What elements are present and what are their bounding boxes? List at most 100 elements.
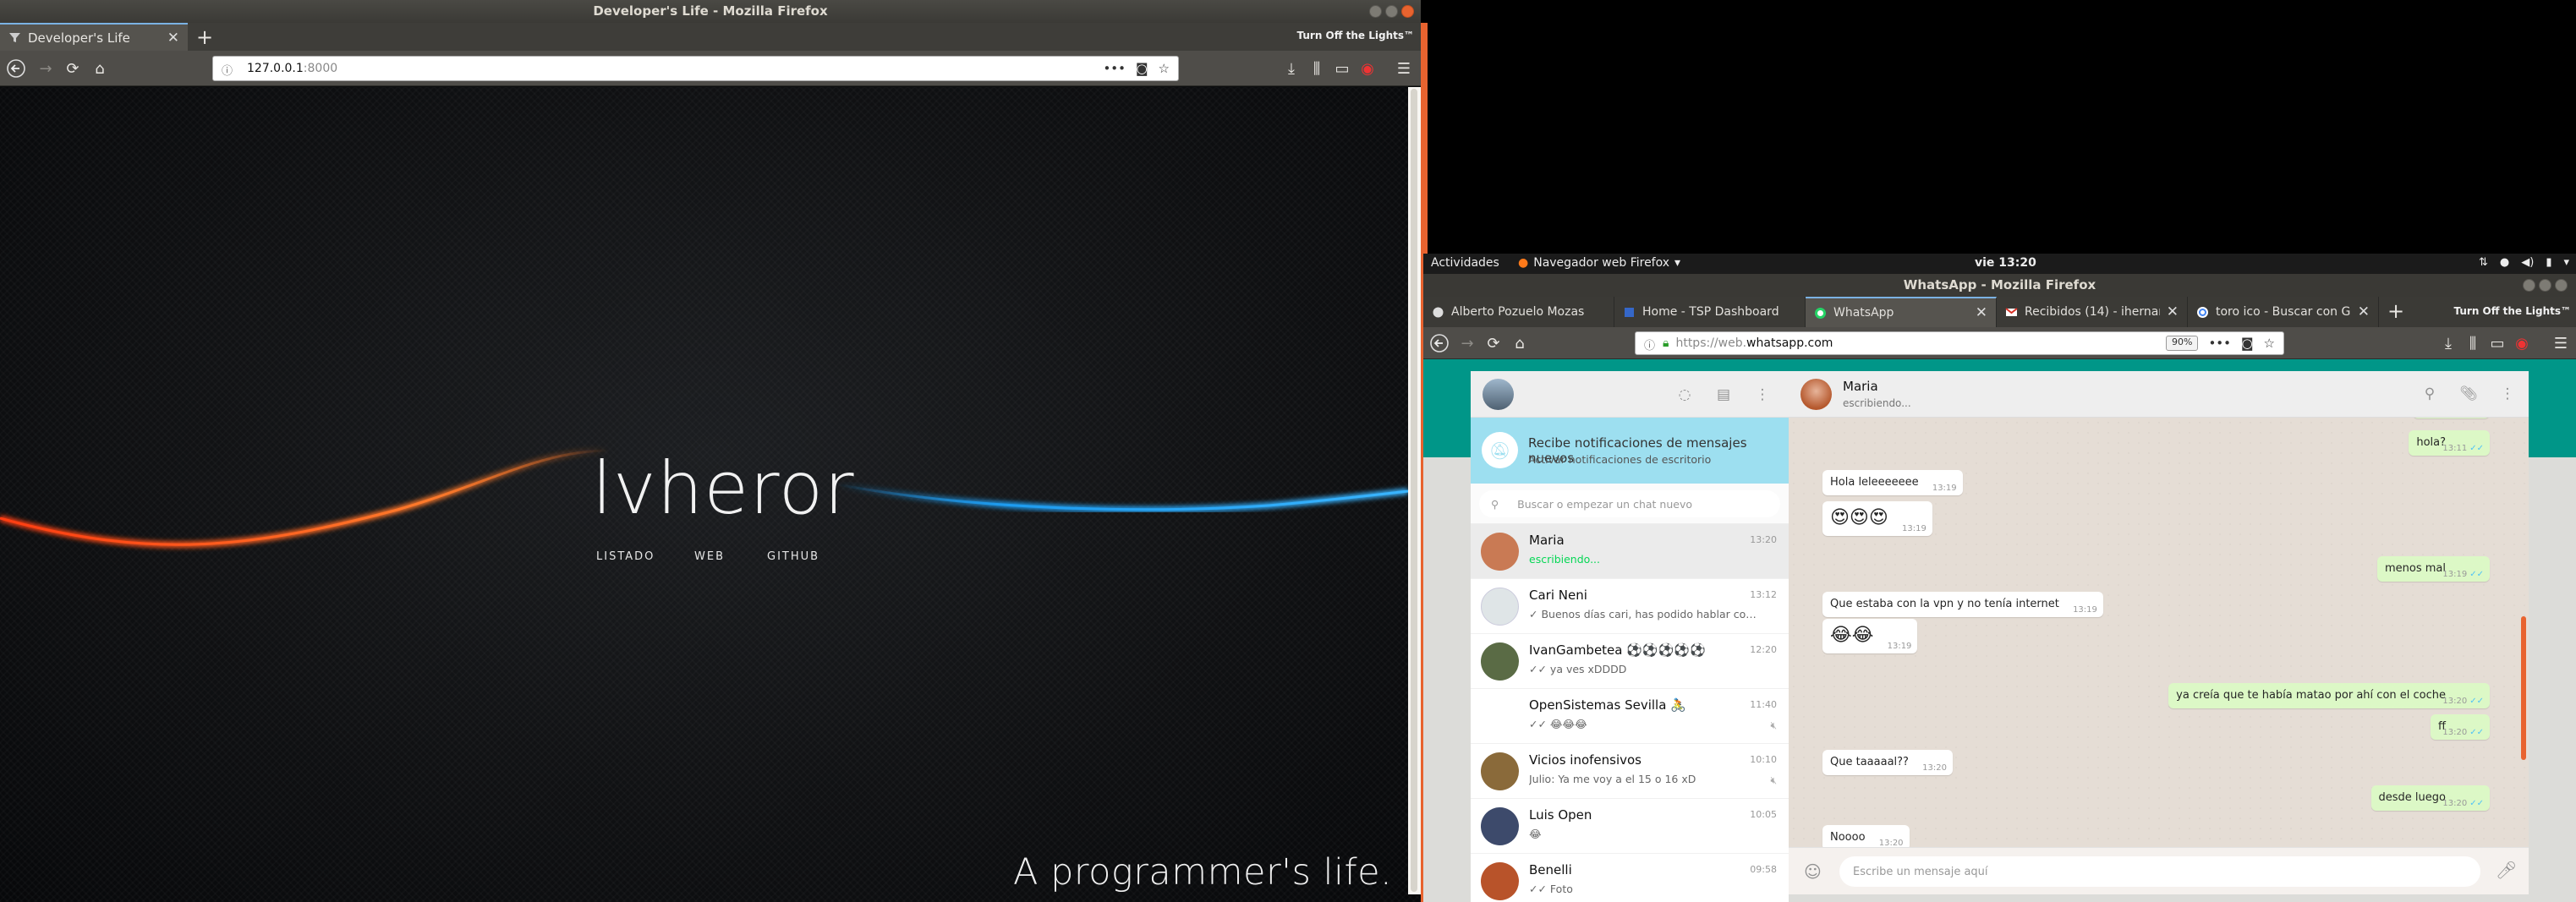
pocket-icon[interactable]: ◙ bbox=[2241, 336, 2254, 351]
hamburger-menu-icon[interactable]: ☰ bbox=[1391, 51, 1417, 86]
nav-link-listado[interactable]: LISTADO bbox=[596, 550, 655, 563]
menu-dots-icon[interactable]: ⋮ bbox=[2497, 384, 2518, 404]
incoming-message[interactable]: Que estaba con la vpn y no tenía interne… bbox=[1822, 592, 2103, 617]
notification-link[interactable]: Activar notificaciones de escritorio bbox=[1528, 453, 1711, 466]
downloads-icon[interactable]: ⤓ bbox=[2436, 327, 2461, 359]
clock[interactable]: vie 13:20 bbox=[1975, 256, 2036, 270]
incoming-message[interactable]: 😂😂 13:19 bbox=[1822, 619, 1918, 653]
url-bar[interactable]: ⓘ 🔒︎ https://web. whatsapp.com 90% ••• ◙ … bbox=[1635, 331, 2284, 355]
url-bar[interactable]: ⓘ 127.0.0.1:8000 ••• ◙ ☆ bbox=[212, 56, 1179, 81]
reload-button[interactable]: ⟳ bbox=[60, 51, 85, 86]
bookmark-star-icon[interactable]: ☆ bbox=[2264, 336, 2275, 351]
sidebar-icon[interactable]: ▭ bbox=[2485, 327, 2510, 359]
status-icon[interactable]: ◌ bbox=[1674, 385, 1695, 405]
new-tab-button[interactable]: + bbox=[2381, 297, 2410, 325]
tab-label: Developer's Life bbox=[28, 30, 130, 46]
reload-button[interactable]: ⟳ bbox=[1481, 327, 1506, 359]
close-tab-icon[interactable]: ✕ bbox=[2358, 303, 2370, 320]
tab-alberto-pozuelo[interactable]: Alberto Pozuelo Mozas bbox=[1423, 297, 1614, 327]
new-chat-icon[interactable]: ▤ bbox=[1713, 385, 1734, 405]
outgoing-message[interactable]: ya creía que te había matao por ahí con … bbox=[2168, 683, 2490, 708]
incoming-message[interactable]: Noooo 13:20 bbox=[1822, 825, 1910, 847]
outgoing-message[interactable]: hola? 13:11 ✓✓ bbox=[2409, 430, 2490, 456]
tab-gmail[interactable]: Recibidos (14) - ihernand ✕ bbox=[1997, 297, 2188, 327]
notification-banner[interactable]: 🔕︎ Recibe notificaciones de mensajes nue… bbox=[1471, 418, 1789, 484]
read-receipt-icon: ✓✓ bbox=[2469, 697, 2484, 706]
message-scrollbar[interactable] bbox=[2521, 616, 2526, 760]
incoming-message[interactable]: 😍😍😍 13:19 bbox=[1822, 501, 1932, 536]
incoming-message[interactable]: Que taaaaal?? 13:20 bbox=[1822, 750, 1953, 775]
back-button[interactable] bbox=[3, 51, 29, 86]
chat-list-item[interactable]: Cari Neni 13:12 ✓ Buenos días cari, has po… bbox=[1471, 579, 1789, 634]
outgoing-message[interactable]: desde luego 13:20 ✓✓ bbox=[2370, 785, 2490, 811]
close-tab-icon[interactable]: ✕ bbox=[1976, 304, 1987, 321]
forward-button[interactable]: → bbox=[1455, 327, 1480, 359]
attach-icon[interactable]: 📎︎ bbox=[2458, 384, 2479, 404]
hamburger-menu-icon[interactable]: ☰ bbox=[2548, 327, 2573, 359]
message-input[interactable]: Escribe un mensaje aquí bbox=[1839, 856, 2480, 887]
page-actions-icon[interactable]: ••• bbox=[1103, 61, 1126, 76]
microphone-icon[interactable]: 🎤︎ bbox=[2496, 860, 2517, 880]
emoji-icon[interactable]: ☺ bbox=[1804, 861, 1822, 882]
close-window-button[interactable] bbox=[1401, 5, 1414, 18]
system-tray[interactable]: ⇅ ● ◀) ▮ ▾ bbox=[2479, 256, 2569, 269]
maximize-button[interactable] bbox=[2539, 279, 2551, 292]
info-icon[interactable]: ⓘ bbox=[1644, 336, 1658, 353]
extension-label[interactable]: Turn Off the Lights™ bbox=[2453, 305, 2571, 317]
extension-lights-icon[interactable]: ◉ bbox=[1355, 51, 1380, 86]
info-icon[interactable]: ⓘ bbox=[222, 62, 235, 78]
app-menu[interactable]: ● Navegador web Firefox ▾ bbox=[1518, 256, 1680, 270]
chat-list-item[interactable]: OpenSistemas Sevilla 🚴 11:40 ✓✓ 😂😂😂 🔇︎ bbox=[1471, 689, 1789, 744]
right-browser-window: WhatsApp - Mozilla Firefox Alberto Pozue… bbox=[1423, 274, 2576, 902]
chat-list-item[interactable]: Vicios inofensivos 10:10 Julio: Ya me voy … bbox=[1471, 744, 1789, 799]
outgoing-message[interactable]: ff 13:20 ✓✓ bbox=[2431, 714, 2490, 740]
library-icon[interactable]: ⫼ bbox=[2460, 327, 2486, 359]
site-logo[interactable]: lvheror bbox=[592, 446, 855, 531]
conversation-header[interactable]: Maria escribiendo... ⚲ 📎︎ ⋮ bbox=[1789, 371, 2529, 418]
minimize-button[interactable] bbox=[1369, 5, 1382, 18]
close-window-button[interactable] bbox=[2555, 279, 2568, 292]
page-actions-icon[interactable]: ••• bbox=[2208, 336, 2231, 351]
user-avatar[interactable] bbox=[1483, 379, 1514, 410]
pocket-icon[interactable]: ◙ bbox=[1136, 61, 1148, 76]
page-scrollbar[interactable] bbox=[1408, 87, 1421, 894]
message-list[interactable]: DDD13:11✓✓hola?13:11✓✓Hola leleeeeeee13:… bbox=[1789, 418, 2529, 847]
library-icon[interactable]: ⫼ bbox=[1304, 51, 1329, 86]
contact-avatar[interactable] bbox=[1800, 379, 1832, 410]
forward-button[interactable]: → bbox=[33, 51, 58, 86]
search-input[interactable]: ⚲ Buscar o empezar un chat nuevo bbox=[1479, 490, 1780, 517]
menu-dots-icon[interactable]: ⋮ bbox=[1752, 385, 1773, 405]
close-tab-icon[interactable]: ✕ bbox=[2167, 303, 2179, 320]
search-icon[interactable]: ⚲ bbox=[2420, 384, 2440, 404]
downloads-icon[interactable]: ⤓ bbox=[1279, 51, 1304, 86]
new-tab-button[interactable]: + bbox=[190, 23, 219, 51]
extension-lights-icon[interactable]: ◉ bbox=[2509, 327, 2535, 359]
bookmark-star-icon[interactable]: ☆ bbox=[1159, 61, 1170, 76]
sidebar-icon[interactable]: ▭ bbox=[1329, 51, 1355, 86]
outgoing-message[interactable]: menos mal 13:19 ✓✓ bbox=[2376, 556, 2490, 582]
nav-link-github[interactable]: GITHUB bbox=[767, 550, 819, 563]
activities-button[interactable]: Actividades bbox=[1431, 256, 1499, 270]
tab-google-search[interactable]: toro ico - Buscar con Goo ✕ bbox=[2188, 297, 2379, 327]
nav-link-web[interactable]: WEB bbox=[694, 550, 725, 563]
home-button[interactable]: ⌂ bbox=[1507, 327, 1532, 359]
close-tab-icon[interactable]: ✕ bbox=[167, 30, 179, 46]
zoom-level-badge[interactable]: 90% bbox=[2165, 336, 2199, 351]
gmail-icon bbox=[2005, 306, 2018, 319]
tab-whatsapp[interactable]: WhatsApp ✕ bbox=[1806, 297, 1997, 327]
incoming-message[interactable]: Hola leleeeeeee 13:19 bbox=[1822, 470, 1963, 495]
home-button[interactable]: ⌂ bbox=[87, 51, 112, 86]
message-time: 13:20 ✓✓ bbox=[2442, 799, 2484, 808]
chat-list-item[interactable]: Maria 13:20 escribiendo... bbox=[1471, 524, 1789, 579]
scrollbar-thumb[interactable] bbox=[1411, 89, 1417, 892]
extension-label[interactable]: Turn Off the Lights™ bbox=[1296, 30, 1414, 41]
back-button[interactable] bbox=[1427, 327, 1452, 359]
maximize-button[interactable] bbox=[1385, 5, 1398, 18]
lock-icon[interactable]: 🔒︎ bbox=[1663, 336, 1669, 350]
minimize-button[interactable] bbox=[2523, 279, 2535, 292]
tab-tsp-dashboard[interactable]: Home - TSP Dashboard bbox=[1614, 297, 1806, 327]
chat-list-item[interactable]: Luis Open 10:05 😂 bbox=[1471, 799, 1789, 854]
chat-list-item[interactable]: IvanGambetea ⚽⚽⚽⚽⚽ 12:20 ✓✓ ya ves xDDDD bbox=[1471, 634, 1789, 689]
chat-list-item[interactable]: Benelli 09:58 ✓✓ Foto bbox=[1471, 854, 1789, 902]
tab-developers-life[interactable]: Developer's Life ✕ bbox=[0, 23, 188, 51]
